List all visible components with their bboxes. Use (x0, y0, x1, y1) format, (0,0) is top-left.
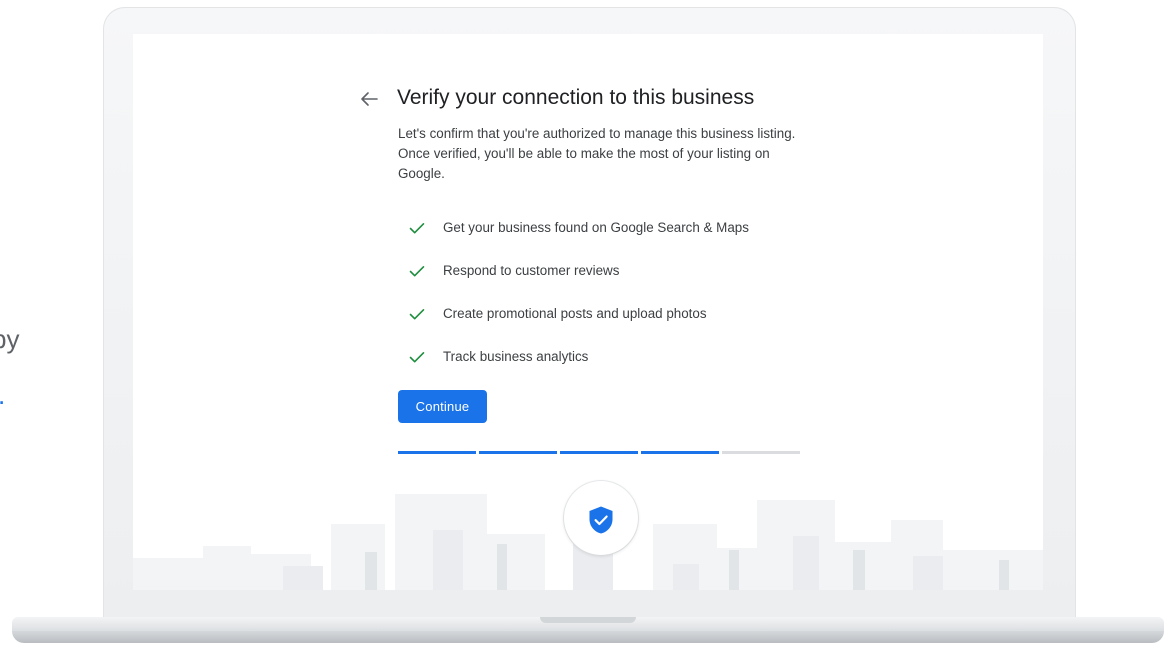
side-partial-text: by (0, 324, 20, 354)
benefit-item: Create promotional posts and upload phot… (408, 292, 749, 335)
page-description: Let's confirm that you're authorized to … (398, 126, 796, 181)
benefit-label: Create promotional posts and upload phot… (443, 306, 707, 321)
check-icon (409, 265, 425, 276)
benefits-list: Get your business found on Google Search… (408, 206, 749, 378)
continue-button[interactable]: Continue (398, 390, 487, 423)
laptop-base (0, 611, 1176, 650)
progress-segment (641, 451, 719, 454)
benefit-item: Track business analytics (408, 335, 749, 378)
progress-segment (398, 451, 476, 454)
check-icon (409, 351, 425, 362)
benefit-label: Respond to customer reviews (443, 263, 620, 278)
benefit-item: Respond to customer reviews (408, 249, 749, 292)
check-icon (409, 308, 425, 319)
progress-segment (479, 451, 557, 454)
benefit-label: Get your business found on Google Search… (443, 220, 749, 235)
progress-segment (722, 451, 800, 454)
verified-shield-icon (589, 506, 613, 534)
side-partial-link[interactable]: . (0, 382, 5, 408)
check-icon (409, 222, 425, 233)
step-progress-bar (398, 451, 800, 454)
benefit-label: Track business analytics (443, 349, 589, 364)
back-arrow-icon[interactable] (357, 87, 381, 111)
benefit-item: Get your business found on Google Search… (408, 206, 749, 249)
progress-segment (560, 451, 638, 454)
page-title: Verify your connection to this business (397, 86, 755, 109)
